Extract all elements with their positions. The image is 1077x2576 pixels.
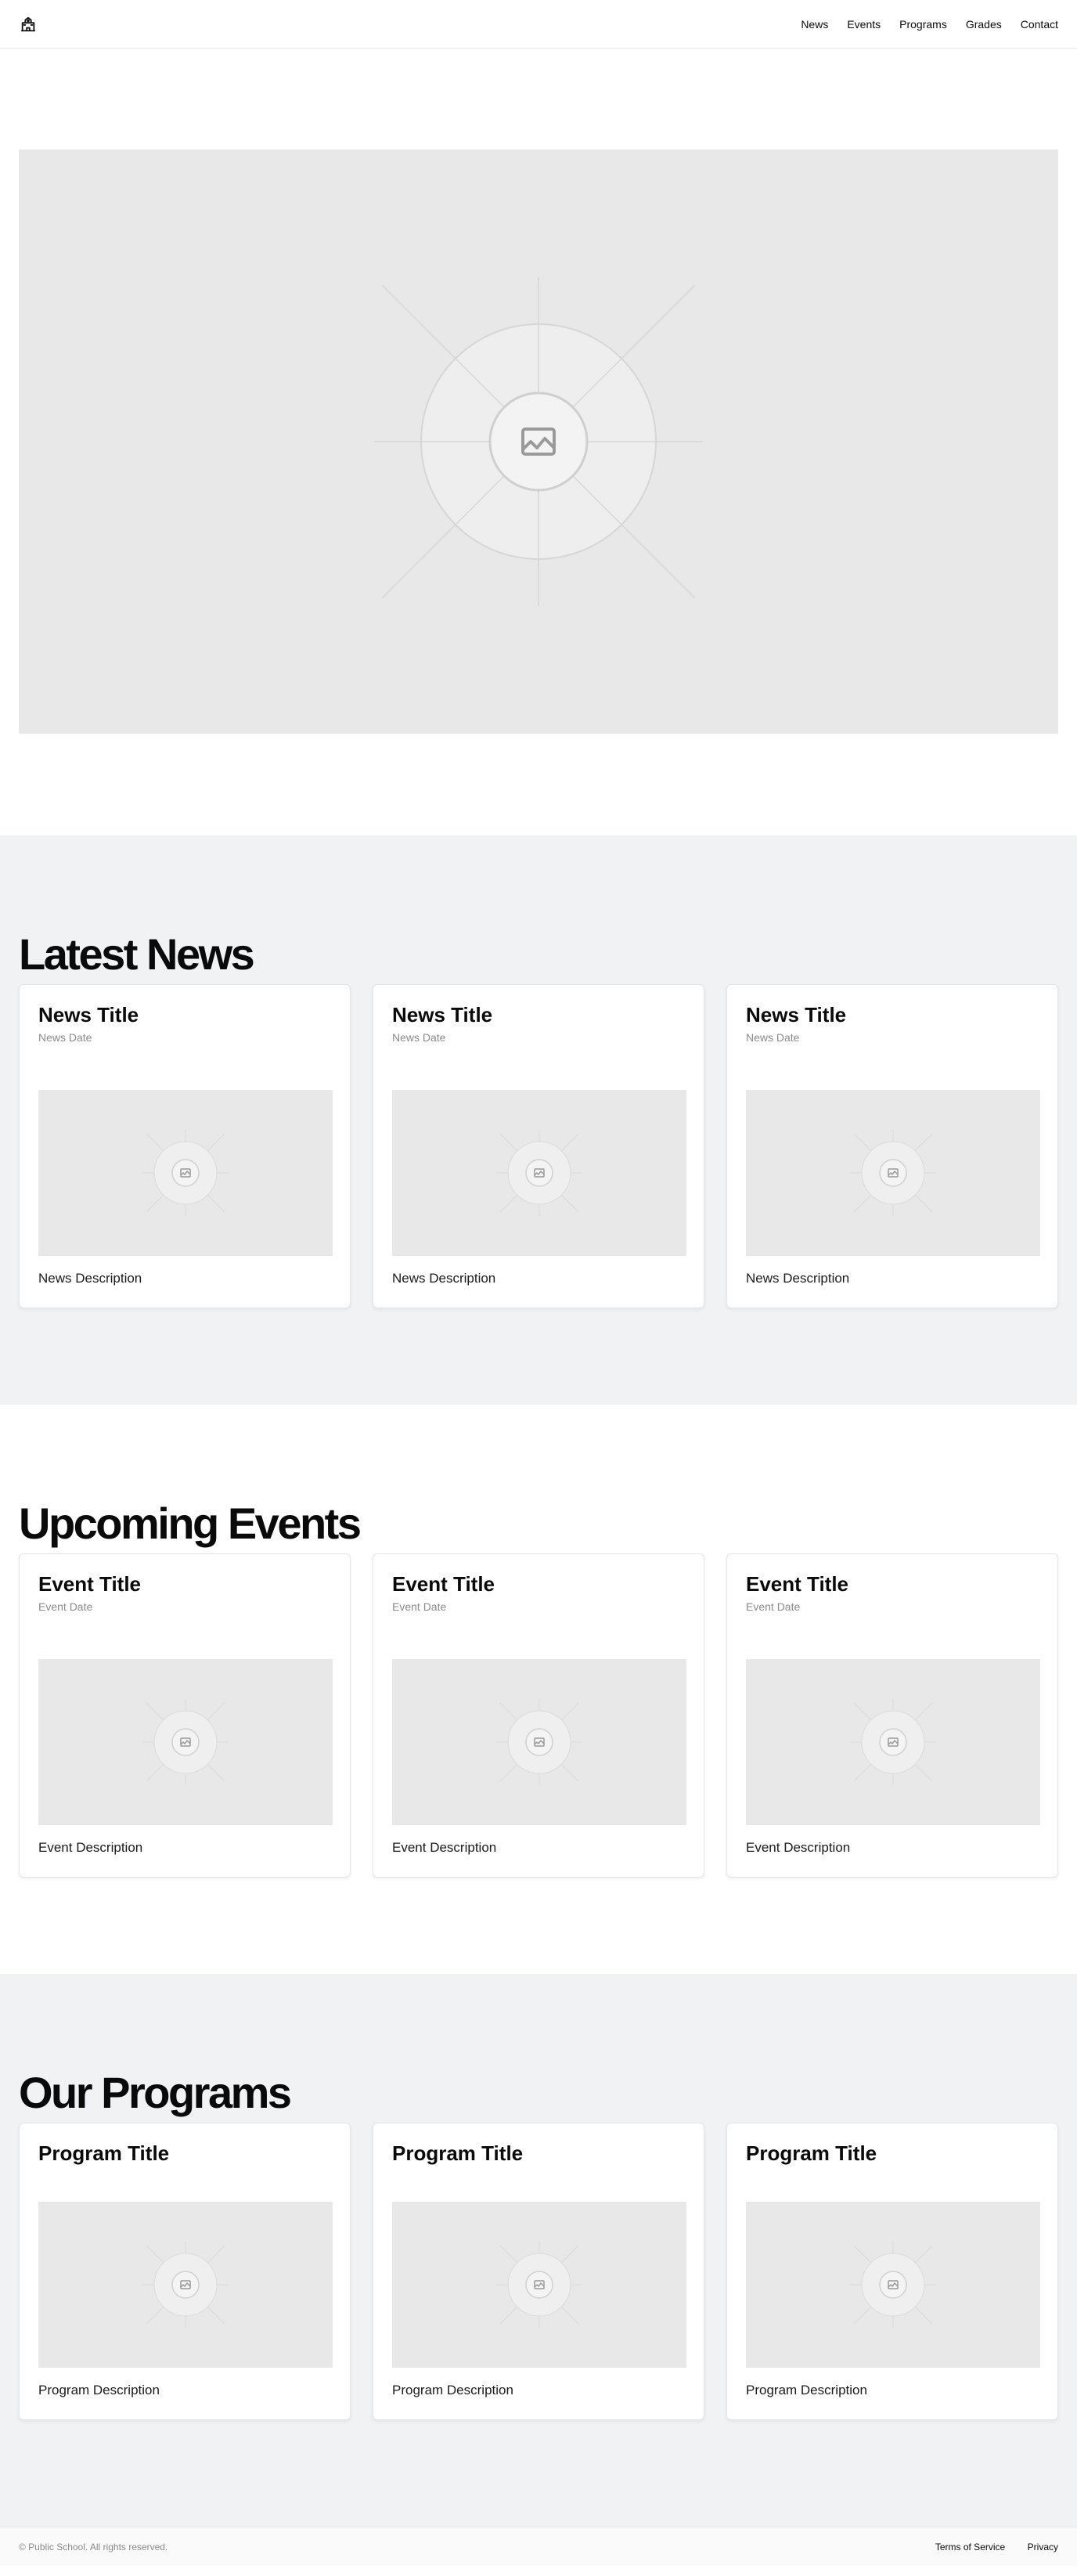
program-card-description: Program Description (746, 2383, 867, 2397)
program-card-image (392, 2202, 686, 2368)
news-card-image (746, 1090, 1040, 1256)
event-card-description: Event Description (38, 1840, 143, 1855)
program-cards: Program Title Program Description Progra… (19, 2123, 1058, 2420)
main-nav: News Events Programs Grades Contact (782, 18, 1058, 31)
program-card-image (746, 2202, 1040, 2368)
news-section: Latest News News Title News Date News De… (0, 835, 1077, 1405)
program-card-title: Program Title (746, 2141, 877, 2165)
programs-section: Our Programs Program Title Program Descr… (0, 1974, 1077, 2527)
event-card-description: Event Description (392, 1840, 497, 1855)
news-card-title: News Title (38, 1003, 139, 1026)
event-card-title: Event Title (392, 1572, 495, 1596)
news-cards: News Title News Date News Description Ne… (19, 984, 1058, 1308)
footer-terms-link[interactable]: Terms of Service (935, 2542, 1005, 2553)
image-placeholder-icon (850, 1130, 936, 1216)
news-card-image (392, 1090, 686, 1256)
news-section-title: Latest News (19, 929, 255, 979)
event-card-title: Event Title (38, 1572, 142, 1596)
event-card-date: Event Date (746, 1600, 801, 1613)
nav-programs[interactable]: Programs (899, 18, 947, 31)
event-card-title: Event Title (746, 1572, 849, 1596)
image-placeholder-icon (142, 1130, 229, 1216)
image-placeholder-icon (142, 2242, 229, 2328)
footer-links: Terms of Service Privacy (917, 2540, 1058, 2554)
program-card-title: Program Title (38, 2141, 170, 2165)
event-card-image (392, 1659, 686, 1825)
site-header: News Events Programs Grades Contact (0, 0, 1077, 49)
image-placeholder-icon (850, 2242, 936, 2328)
image-placeholder-icon (496, 1699, 582, 1785)
event-card-date: Event Date (38, 1600, 93, 1613)
news-card-date: News Date (392, 1031, 446, 1044)
nav-events[interactable]: Events (847, 18, 881, 31)
events-section-title: Upcoming Events (19, 1499, 362, 1548)
event-card-image (746, 1659, 1040, 1825)
program-card-description: Program Description (38, 2383, 160, 2397)
news-card-description: News Description (38, 1271, 142, 1286)
image-placeholder-icon (374, 277, 703, 606)
school-logo-icon[interactable] (19, 15, 38, 34)
program-card-description: Program Description (392, 2383, 513, 2397)
event-card[interactable]: Event Title Event Date Event Description (373, 1553, 704, 1878)
news-card-title: News Title (746, 1003, 847, 1026)
news-card[interactable]: News Title News Date News Description (726, 984, 1058, 1308)
program-card-image (38, 2202, 333, 2368)
news-card[interactable]: News Title News Date News Description (373, 984, 704, 1308)
site-footer: © Public School. All rights reserved. Te… (0, 2527, 1077, 2566)
news-card[interactable]: News Title News Date News Description (19, 984, 351, 1308)
program-card-title: Program Title (392, 2141, 524, 2165)
nav-grades[interactable]: Grades (966, 18, 1002, 31)
program-card[interactable]: Program Title Program Description (726, 2123, 1058, 2420)
image-placeholder-icon (496, 1130, 582, 1216)
nav-contact[interactable]: Contact (1021, 18, 1058, 31)
image-placeholder-icon (142, 1699, 229, 1785)
nav-news[interactable]: News (801, 18, 828, 31)
footer-privacy-link[interactable]: Privacy (1028, 2542, 1058, 2553)
event-card-date: Event Date (392, 1600, 447, 1613)
program-card[interactable]: Program Title Program Description (19, 2123, 351, 2420)
news-card-date: News Date (746, 1031, 800, 1044)
news-card-date: News Date (38, 1031, 92, 1044)
news-card-description: News Description (392, 1271, 496, 1286)
programs-section-title: Our Programs (19, 2068, 292, 2117)
event-card-description: Event Description (746, 1840, 851, 1855)
event-card-image (38, 1659, 333, 1825)
footer-copyright: © Public School. All rights reserved. (19, 2541, 168, 2553)
news-card-description: News Description (746, 1271, 850, 1286)
hero-image-placeholder (19, 150, 1058, 734)
image-placeholder-icon (496, 2242, 582, 2328)
event-card[interactable]: Event Title Event Date Event Description (19, 1553, 351, 1878)
event-cards: Event Title Event Date Event Description… (19, 1553, 1058, 1878)
hero-section (0, 49, 1077, 835)
news-card-image (38, 1090, 333, 1256)
events-section: Upcoming Events Event Title Event Date E… (0, 1405, 1077, 1974)
news-card-title: News Title (392, 1003, 493, 1026)
program-card[interactable]: Program Title Program Description (373, 2123, 704, 2420)
image-placeholder-icon (850, 1699, 936, 1785)
event-card[interactable]: Event Title Event Date Event Description (726, 1553, 1058, 1878)
